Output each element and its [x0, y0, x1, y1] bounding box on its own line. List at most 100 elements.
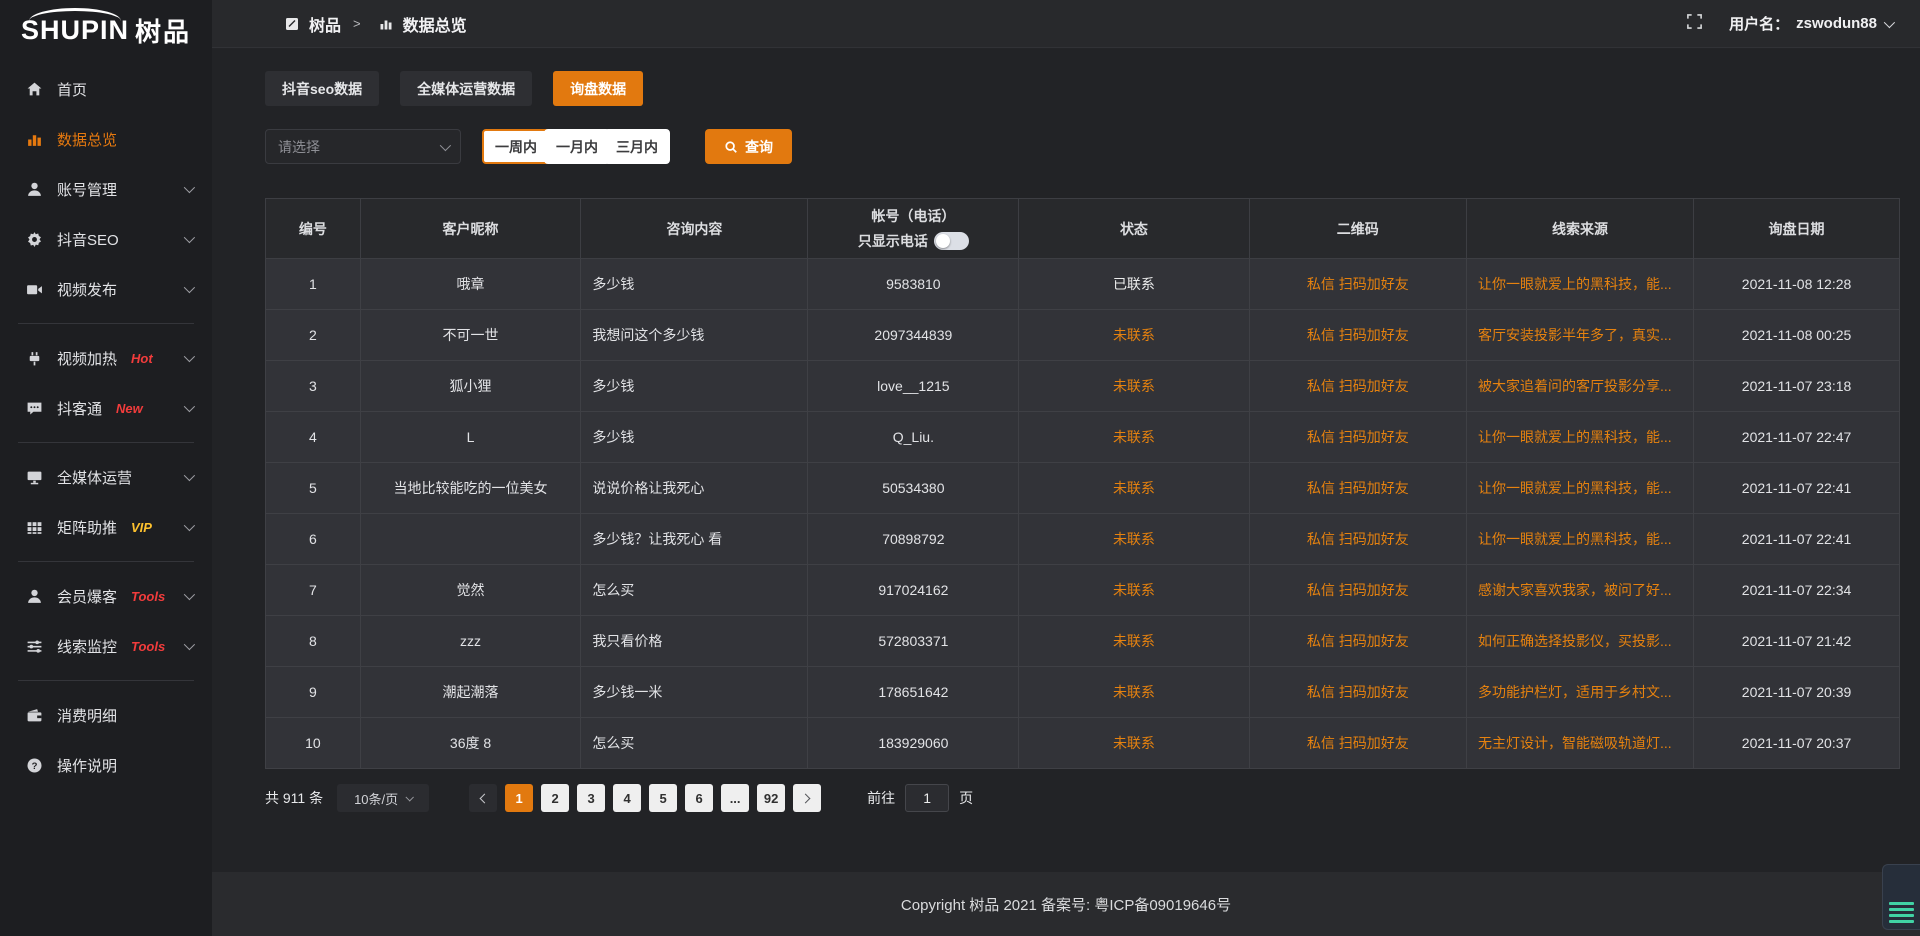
sidebar-item-data-overview[interactable]: 数据总览 [0, 114, 212, 164]
chevron-down-icon [184, 232, 195, 243]
footer: Copyright 树品 2021 备案号: 粤ICP备09019646号 [212, 872, 1920, 936]
pagination: 共 911 条 10条/页 1 2 3 4 5 6 ... 92 前往 页 [265, 784, 1900, 812]
cell-account: love__1215 [808, 361, 1019, 412]
col-account-label: 帐号（电话） [871, 206, 955, 226]
prev-page-button[interactable] [469, 784, 497, 812]
page-button-3[interactable]: 3 [577, 784, 605, 812]
sidebar-item-douyin-seo[interactable]: 抖音SEO [0, 214, 212, 264]
sidebar-item-label: 矩阵助推 [57, 517, 117, 538]
page-button-1[interactable]: 1 [505, 784, 533, 812]
page-button-4[interactable]: 4 [613, 784, 641, 812]
data-tabs: 抖音seo数据 全媒体运营数据 询盘数据 [265, 71, 1900, 106]
next-page-button[interactable] [793, 784, 821, 812]
status-badge: 未联系 [1019, 412, 1249, 463]
cell-num: 5 [266, 463, 361, 514]
sidebar-item-matrix-boost[interactable]: 矩阵助推 VIP [0, 502, 212, 552]
lead-source-link[interactable]: 无主灯设计，智能磁吸轨道灯... [1466, 718, 1693, 769]
menu-divider [18, 561, 194, 562]
lead-source-link[interactable]: 客厅安装投影半年多了，真实... [1466, 310, 1693, 361]
phone-only-toggle[interactable] [934, 232, 969, 250]
lead-source-link[interactable]: 让你一眼就爱上的黑科技，能... [1466, 259, 1693, 310]
sidebar-item-doukettong[interactable]: 抖客通 New [0, 383, 212, 433]
qr-actions-link[interactable]: 私信 扫码加好友 [1249, 667, 1466, 718]
fullscreen-icon[interactable] [1686, 13, 1703, 35]
sidebar-item-label: 账号管理 [57, 179, 117, 200]
search-button[interactable]: 查询 [705, 129, 792, 164]
cell-nickname [360, 514, 581, 565]
qr-actions-link[interactable]: 私信 扫码加好友 [1249, 514, 1466, 565]
sidebar-item-label: 数据总览 [57, 129, 117, 150]
period-quarter-button[interactable]: 三月内 [604, 129, 670, 164]
qr-actions-link[interactable]: 私信 扫码加好友 [1249, 565, 1466, 616]
lead-source-link[interactable]: 让你一眼就爱上的黑科技，能... [1466, 514, 1693, 565]
page-size-select[interactable]: 10条/页 [337, 784, 429, 812]
page-button-5[interactable]: 5 [649, 784, 677, 812]
status-badge: 未联系 [1019, 667, 1249, 718]
sidebar-item-omni-media[interactable]: 全媒体运营 [0, 452, 212, 502]
page-button-92[interactable]: 92 [757, 784, 785, 812]
sidebar-item-label: 会员爆客 [57, 586, 117, 607]
tab-douyin-seo-data[interactable]: 抖音seo数据 [265, 71, 379, 106]
table-row: 7 觉然 怎么买 917024162 未联系 私信 扫码加好友 感谢大家喜欢我家… [266, 565, 1900, 616]
lead-source-link[interactable]: 被大家追着问的客厅投影分享... [1466, 361, 1693, 412]
breadcrumb-root[interactable]: 树品 [309, 12, 341, 36]
qr-actions-link[interactable]: 私信 扫码加好友 [1249, 361, 1466, 412]
floating-widget[interactable] [1882, 864, 1920, 930]
menu-divider [18, 323, 194, 324]
status-badge: 未联系 [1019, 463, 1249, 514]
cell-date: 2021-11-07 22:47 [1694, 412, 1900, 463]
sidebar-item-video-publish[interactable]: 视频发布 [0, 264, 212, 314]
page-button-6[interactable]: 6 [685, 784, 713, 812]
video-icon [26, 281, 43, 298]
sidebar-item-label: 操作说明 [57, 755, 117, 776]
status-badge: 未联系 [1019, 310, 1249, 361]
cell-num: 8 [266, 616, 361, 667]
lead-source-link[interactable]: 如何正确选择投影仪，买投影... [1466, 616, 1693, 667]
period-month-button[interactable]: 一月内 [544, 129, 610, 164]
sidebar-item-member-burst[interactable]: 会员爆客 Tools [0, 571, 212, 621]
heat-icon [26, 350, 43, 367]
user-menu[interactable]: 用户名： zswodun88 [1729, 13, 1892, 34]
tab-inquiry-data[interactable]: 询盘数据 [553, 71, 643, 106]
cell-content: 我只看价格 [581, 616, 808, 667]
page-ellipsis-button[interactable]: ... [721, 784, 749, 812]
qr-actions-link[interactable]: 私信 扫码加好友 [1249, 616, 1466, 667]
filter-bar: 请选择 一周内 一月内 三月内 查询 [265, 129, 1900, 164]
sidebar-item-home[interactable]: 首页 [0, 64, 212, 114]
cell-nickname: 狐小狸 [360, 361, 581, 412]
sidebar-item-account-management[interactable]: 账号管理 [0, 164, 212, 214]
tab-omni-media-data[interactable]: 全媒体运营数据 [400, 71, 532, 106]
logo: SHUPIN 树品 [0, 0, 212, 56]
sidebar-item-lead-monitor[interactable]: 线索监控 Tools [0, 621, 212, 671]
sidebar-item-label: 抖客通 [57, 398, 102, 419]
col-lead-source: 线索来源 [1466, 199, 1693, 259]
sidebar-item-expense-detail[interactable]: 消费明细 [0, 690, 212, 740]
qr-actions-link[interactable]: 私信 扫码加好友 [1249, 718, 1466, 769]
grid-icon [26, 519, 43, 536]
cell-nickname: L [360, 412, 581, 463]
page-button-2[interactable]: 2 [541, 784, 569, 812]
lead-source-link[interactable]: 让你一眼就爱上的黑科技，能... [1466, 412, 1693, 463]
chevron-right-icon [801, 793, 811, 803]
sidebar-item-instructions[interactable]: ? 操作说明 [0, 740, 212, 790]
help-icon: ? [26, 757, 43, 774]
lead-source-link[interactable]: 让你一眼就爱上的黑科技，能... [1466, 463, 1693, 514]
cell-content: 怎么买 [581, 565, 808, 616]
lead-source-link[interactable]: 多功能护栏灯，适用于乡村文... [1466, 667, 1693, 718]
qr-actions-link[interactable]: 私信 扫码加好友 [1249, 412, 1466, 463]
qr-actions-link[interactable]: 私信 扫码加好友 [1249, 463, 1466, 514]
period-week-button[interactable]: 一周内 [482, 129, 550, 164]
filter-select[interactable]: 请选择 [265, 129, 461, 164]
cell-content: 我想问这个多少钱 [581, 310, 808, 361]
status-badge: 未联系 [1019, 514, 1249, 565]
search-button-label: 查询 [745, 137, 773, 157]
sidebar-item-video-heat[interactable]: 视频加热 Hot [0, 333, 212, 383]
chevron-down-icon [184, 182, 195, 193]
qr-actions-link[interactable]: 私信 扫码加好友 [1249, 259, 1466, 310]
chevron-down-icon [184, 639, 195, 650]
user-icon [26, 181, 43, 198]
lead-source-link[interactable]: 感谢大家喜欢我家，被问了好... [1466, 565, 1693, 616]
qr-actions-link[interactable]: 私信 扫码加好友 [1249, 310, 1466, 361]
topbar: 树品 > 数据总览 用户名： zswodun88 [212, 0, 1920, 48]
goto-page-input[interactable] [905, 784, 949, 812]
